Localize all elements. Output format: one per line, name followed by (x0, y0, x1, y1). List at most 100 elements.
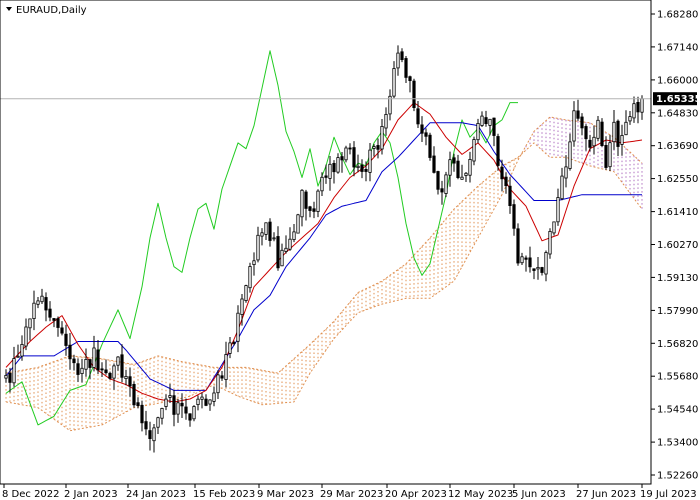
candle-body (380, 126, 384, 150)
candle-body (96, 349, 100, 371)
candle (192, 405, 196, 422)
candle-body (12, 358, 16, 384)
y-tick-label: 1.67140 (657, 42, 698, 53)
candle-body (40, 295, 44, 303)
candle-body (396, 52, 400, 69)
candle-body (552, 221, 556, 234)
candle-body (592, 136, 596, 147)
candle-body (344, 147, 348, 161)
chart-title-text: EURAUD,Daily (16, 5, 87, 16)
candle-body (300, 189, 304, 218)
x-tick-label: 29 Mar 2023 (320, 489, 383, 500)
candle-body (208, 399, 212, 405)
candle-body (196, 398, 200, 406)
candle-body (272, 237, 276, 240)
candle-body (316, 190, 320, 212)
candle-body (340, 156, 344, 161)
candle-body (308, 206, 312, 211)
x-tick-label: 8 Dec 2022 (2, 489, 60, 500)
candle-body (84, 358, 88, 370)
x-tick-label: 5 Jun 2023 (512, 489, 566, 500)
candle-body (76, 363, 80, 375)
candle-body (500, 166, 504, 180)
candle-body (436, 171, 440, 190)
candle-body (184, 406, 188, 414)
candle-body (604, 144, 608, 168)
candle-body (512, 204, 516, 229)
candle-body (488, 118, 492, 126)
candle-body (156, 417, 160, 428)
candle-body (516, 228, 520, 264)
candle-body (524, 257, 528, 260)
candle-body (48, 308, 52, 318)
y-tick-label: 1.60270 (657, 240, 698, 251)
candle-body (596, 119, 600, 139)
candle-body (288, 238, 292, 250)
candle-body (424, 132, 428, 137)
candle-body (36, 300, 40, 305)
candle-body (364, 168, 368, 172)
candle-body (492, 117, 496, 136)
candle-body (256, 234, 260, 261)
candle-body (100, 368, 104, 371)
candle-body (408, 76, 412, 81)
candle-body (108, 372, 112, 379)
x-tick-label: 27 Jun 2023 (576, 489, 636, 500)
candle-body (416, 108, 420, 125)
candle-body (200, 396, 204, 400)
candle-body (508, 185, 512, 206)
candle-body (612, 121, 616, 143)
candle-body (236, 312, 240, 342)
candle-body (564, 166, 568, 179)
candle-body (472, 139, 476, 162)
candle-body (180, 402, 184, 407)
candle-body (168, 395, 172, 398)
candle-body (352, 147, 356, 168)
candle-body (468, 158, 472, 176)
y-tick-label: 1.68280 (657, 10, 698, 21)
candle-body (328, 163, 332, 179)
x-tick-label: 24 Jan 2023 (126, 489, 186, 500)
x-tick-label: 20 Apr 2023 (385, 489, 447, 500)
x-tick-label: 2 Jan 2023 (64, 489, 118, 500)
current-price-label: 1.65335 (656, 94, 700, 105)
candle-body (212, 392, 216, 402)
candle-body (560, 175, 564, 200)
candle-body (588, 139, 592, 148)
candle-body (4, 374, 8, 379)
candle-body (224, 354, 228, 380)
candle-body (480, 115, 484, 126)
candle-body (412, 80, 416, 108)
candle-body (92, 347, 96, 368)
x-tick-label: 12 May 2023 (448, 489, 513, 500)
candle-body (68, 344, 72, 360)
candle (444, 171, 448, 198)
candle-body (88, 359, 92, 368)
candle-body (104, 369, 108, 374)
candle-body (244, 285, 248, 302)
candle-body (136, 402, 140, 407)
candle-body (456, 160, 460, 179)
candle (516, 223, 520, 266)
candle-body (140, 404, 144, 424)
candle-body (60, 327, 64, 334)
candle-body (192, 406, 196, 420)
candle-body (520, 256, 524, 264)
candle-body (368, 149, 372, 173)
candle-body (128, 376, 132, 387)
candle-body (568, 141, 572, 169)
candle-body (204, 398, 208, 406)
chart-background (0, 0, 700, 500)
candle-body (172, 395, 176, 415)
candle (548, 228, 552, 259)
candle-body (232, 342, 236, 344)
y-tick-label: 1.62550 (657, 174, 698, 185)
candle (600, 118, 604, 147)
x-tick-label: 19 Jul 2023 (640, 489, 697, 500)
candle-body (356, 165, 360, 169)
candle-body (148, 430, 152, 440)
y-axis: 1.68280 1.67140 1.66000 1.64830 1.63690 1.625… (651, 10, 698, 482)
candle-body (432, 155, 436, 173)
y-tick-label: 1.53400 (657, 438, 698, 449)
candle-body (276, 236, 280, 269)
